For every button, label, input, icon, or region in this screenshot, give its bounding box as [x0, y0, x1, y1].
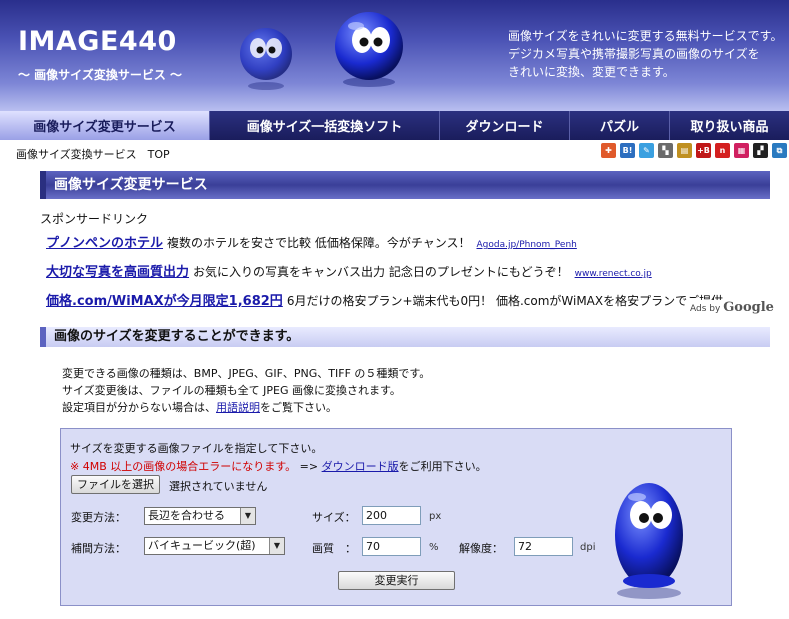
file-select-button[interactable]: ファイルを選択: [71, 475, 160, 494]
livedoor-icon[interactable]: ▦: [734, 143, 749, 158]
form-warning: ※ 4MB 以上の画像の場合エラーになります。 => ダウンロード版をご利用下さ…: [70, 458, 487, 474]
header-description: 画像サイズをきれいに変更する無料サービスです。 デジカメ写真や携帯撮影写真の画像…: [508, 27, 786, 81]
resize-submit-button[interactable]: 変更実行: [338, 571, 455, 590]
n-icon[interactable]: n: [715, 143, 730, 158]
nav-item-batch-software[interactable]: 画像サイズ一括変換ソフト: [210, 111, 440, 140]
quality-unit: %: [429, 542, 439, 553]
download-suffix-text: をご利用下さい。: [398, 460, 487, 473]
intro-line: 変更できる画像の種類は、BMP、JPEG、GIF、PNG、TIFF の５種類です…: [62, 367, 431, 380]
ads-by-google[interactable]: Ads by Google: [688, 300, 776, 315]
interpolation-select-value: バイキュービック(超): [148, 539, 256, 552]
intro-text-fragment: 設定項目が分からない場合は、: [62, 401, 216, 414]
ad-title-link[interactable]: プノンペンのホテル: [46, 236, 163, 251]
ad-url-link[interactable]: www.renect.co.jp: [575, 269, 652, 279]
section-title-resize: 画像のサイズを変更することができます。: [40, 327, 770, 347]
site-header: IMAGE440 ～ 画像サイズ変換サービス ～ 画像サイズをきれいに変更する無…: [0, 0, 789, 111]
edit-icon[interactable]: ✎: [639, 143, 654, 158]
interpolation-label: 補間方法：: [71, 542, 126, 555]
mascot-small-icon: [240, 28, 292, 90]
add-bookmark-icon[interactable]: +B: [696, 143, 711, 158]
size-unit: px: [429, 511, 442, 522]
intro-text: 変更できる画像の種類は、BMP、JPEG、GIF、PNG、TIFF の５種類です…: [62, 365, 430, 416]
square-icon[interactable]: ▞: [753, 143, 768, 158]
social-bookmarks: ✚ B! ✎ ▚ ▤ +B n ▦ ▞ ⧉: [601, 143, 787, 158]
hatena-bookmark-icon[interactable]: B!: [620, 143, 635, 158]
size-label: サイズ：: [312, 511, 356, 524]
share-icon[interactable]: ⧉: [772, 143, 787, 158]
glossary-link[interactable]: 用語説明: [216, 401, 260, 414]
quality-input[interactable]: 70: [362, 537, 421, 556]
section-title-service: 画像サイズ変更サービス: [40, 171, 770, 199]
size-input[interactable]: 200: [362, 506, 421, 525]
nav-item-resize-service[interactable]: 画像サイズ変更サービス: [0, 111, 210, 140]
form-instruction: サイズを変更する画像ファイルを指定して下さい。: [70, 442, 323, 455]
download-version-link[interactable]: ダウンロード版: [322, 460, 399, 473]
intro-text-fragment: をご覧下さい。: [260, 401, 337, 414]
chevron-down-icon: ▼: [269, 538, 284, 554]
header-description-line: 画像サイズをきれいに変更する無料サービスです。: [508, 29, 783, 43]
main-nav: 画像サイズ変更サービス 画像サイズ一括変換ソフト ダウンロード パズル 取り扱い…: [0, 111, 789, 140]
intro-line: サイズ変更後は、ファイルの種類も全て JPEG 画像に変換されます。: [62, 384, 401, 397]
ads-by-label: Ads by: [690, 304, 721, 314]
method-select[interactable]: 長辺を合わせる ▼: [144, 507, 256, 525]
mascot-form-icon: [615, 483, 683, 599]
chevron-down-icon: ▼: [240, 508, 255, 524]
interpolation-select[interactable]: バイキュービック(超) ▼: [144, 537, 285, 555]
google-logo: Google: [723, 300, 774, 315]
nav-item-puzzle[interactable]: パズル: [570, 111, 670, 140]
ad-text: 複数のホテルを安さで比較 低価格保障。今がチャンス！: [167, 236, 471, 250]
file-status-text: 選択されていません: [169, 480, 268, 493]
header-description-line: デジカメ写真や携帯撮影写真の画像のサイズを: [508, 47, 760, 61]
resolution-input[interactable]: 72: [514, 537, 573, 556]
resolution-unit: dpi: [580, 542, 596, 553]
nav-item-products[interactable]: 取り扱い商品: [670, 111, 789, 140]
ad-title-link[interactable]: 大切な写真を高画質出力: [46, 265, 189, 280]
clip-icon[interactable]: ▤: [677, 143, 692, 158]
ad-text: 6月だけの格安プラン+端末代も0円！ 価格.comがWiMAXを格安プランでご提…: [286, 294, 724, 308]
sponsor-label: スポンサードリンク: [40, 212, 149, 226]
bookmark-icon[interactable]: ✚: [601, 143, 616, 158]
site-logo[interactable]: IMAGE440: [18, 26, 177, 57]
ad-item: 大切な写真を高画質出力 お気に入りの写真をキャンバス出力 記念日のプレゼントにもど…: [46, 261, 652, 280]
ad-text: お気に入りの写真をキャンバス出力 記念日のプレゼントにもどうぞ！: [193, 265, 569, 279]
header-description-line: きれいに変換、変更できます。: [508, 65, 675, 79]
nav-item-download[interactable]: ダウンロード: [440, 111, 570, 140]
ad-title-link[interactable]: 価格.com/WiMAXが今月限定1,682円: [46, 294, 283, 309]
quality-label: 画質 ：: [312, 542, 356, 555]
ad-item: 価格.com/WiMAXが今月限定1,682円 6月だけの格安プラン+端末代も0円…: [46, 290, 766, 309]
ad-url-link[interactable]: Agoda.jp/Phnom_Penh: [476, 240, 576, 250]
resize-form: サイズを変更する画像ファイルを指定して下さい。 ※ 4MB 以上の画像の場合エラ…: [60, 428, 732, 606]
size-warning-text: ※ 4MB 以上の画像の場合エラーになります。: [70, 460, 297, 473]
arrow-text: =>: [299, 460, 319, 473]
intro-line: 設定項目が分からない場合は、用語説明をご覧下さい。: [62, 399, 430, 416]
ad-item: プノンペンのホテル 複数のホテルを安さで比較 低価格保障。今がチャンス！ Agoda…: [46, 232, 577, 251]
mascot-large-icon: [335, 12, 403, 87]
site-tagline: ～ 画像サイズ変換サービス ～: [18, 68, 182, 82]
resolution-label: 解像度：: [459, 542, 503, 555]
method-select-value: 長辺を合わせる: [148, 509, 225, 522]
breadcrumb: 画像サイズ変換サービス TOP: [16, 148, 170, 161]
method-label: 変更方法：: [71, 511, 126, 524]
delicious-icon[interactable]: ▚: [658, 143, 673, 158]
